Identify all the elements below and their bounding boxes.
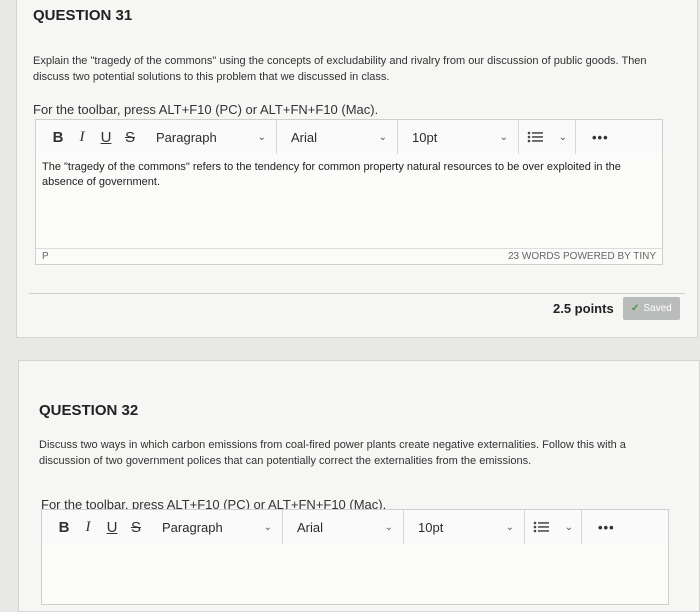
word-count: 23 WORDS	[508, 251, 561, 262]
question-32-card: QUESTION 32 Discuss two ways in which ca…	[18, 360, 700, 612]
font-size-value: 10pt	[412, 129, 438, 145]
chevron-down-icon: ⌄	[378, 131, 387, 143]
toolbar-hint: For the toolbar, press ALT+F10 (PC) or A…	[33, 102, 379, 117]
checkmark-icon: ✓	[631, 303, 640, 314]
list-format-dropdown[interactable]: ⌄	[519, 120, 575, 154]
bullet-list-icon	[527, 131, 543, 143]
toolbar-separator	[581, 510, 582, 544]
bullet-list-icon	[533, 521, 549, 533]
question-title: QUESTION 32	[39, 402, 139, 419]
block-format-dropdown[interactable]: Paragraph ⌄	[162, 510, 272, 544]
editor-toolbar: B I U S Paragraph ⌄ Arial ⌄ 10pt ⌄ ⌄ •••	[41, 509, 669, 545]
strikethrough-button[interactable]: S	[118, 120, 142, 154]
block-format-value: Paragraph	[156, 129, 217, 145]
question-points: 2.5 points	[553, 301, 614, 316]
block-format-dropdown[interactable]: Paragraph ⌄	[156, 120, 266, 154]
italic-button[interactable]: I	[76, 510, 100, 544]
question-31-card: QUESTION 31 Explain the "tragedy of the …	[16, 0, 698, 338]
chevron-down-icon: ⌄	[263, 521, 272, 533]
list-format-dropdown[interactable]: ⌄	[525, 510, 581, 544]
font-family-value: Arial	[291, 129, 318, 145]
bold-button[interactable]: B	[52, 510, 76, 544]
font-family-dropdown[interactable]: Arial ⌄	[277, 120, 397, 154]
font-family-value: Arial	[297, 519, 324, 535]
block-format-value: Paragraph	[162, 519, 223, 535]
question-title: QUESTION 31	[33, 7, 133, 24]
more-options-button[interactable]: •••	[598, 510, 615, 544]
strikethrough-button[interactable]: S	[124, 510, 148, 544]
answer-text[interactable]: The "tragedy of the commons" refers to t…	[36, 154, 662, 196]
font-size-dropdown[interactable]: 10pt ⌄	[398, 120, 518, 154]
chevron-down-icon: ⌄	[499, 131, 508, 143]
font-family-dropdown[interactable]: Arial ⌄	[283, 510, 403, 544]
question-prompt: Explain the "tragedy of the commons" usi…	[33, 55, 647, 83]
toolbar-separator	[575, 120, 576, 154]
answer-editor[interactable]: The "tragedy of the commons" refers to t…	[35, 154, 663, 265]
saved-badge: ✓ Saved	[623, 297, 680, 320]
element-path[interactable]: P	[42, 249, 49, 264]
editor-statusbar: P 23 WORDS POWERED BY TINY	[36, 248, 662, 264]
font-size-dropdown[interactable]: 10pt ⌄	[404, 510, 524, 544]
underline-button[interactable]: U	[100, 510, 124, 544]
chevron-down-icon: ⌄	[564, 521, 573, 533]
italic-button[interactable]: I	[70, 120, 94, 154]
chevron-down-icon: ⌄	[257, 131, 266, 143]
chevron-down-icon: ⌄	[505, 521, 514, 533]
font-size-value: 10pt	[418, 519, 444, 535]
underline-button[interactable]: U	[94, 120, 118, 154]
divider	[29, 293, 685, 294]
answer-editor[interactable]	[41, 544, 669, 605]
more-options-button[interactable]: •••	[592, 120, 609, 154]
chevron-down-icon: ⌄	[558, 131, 567, 143]
question-prompt: Discuss two ways in which carbon emissio…	[39, 439, 626, 467]
saved-label: Saved	[643, 303, 672, 314]
chevron-down-icon: ⌄	[384, 521, 393, 533]
bold-button[interactable]: B	[46, 120, 70, 154]
editor-status-right: 23 WORDS POWERED BY TINY	[508, 249, 656, 264]
editor-toolbar: B I U S Paragraph ⌄ Arial ⌄ 10pt ⌄ ⌄ •••	[35, 119, 663, 155]
powered-by-link[interactable]: POWERED BY TINY	[563, 251, 656, 262]
